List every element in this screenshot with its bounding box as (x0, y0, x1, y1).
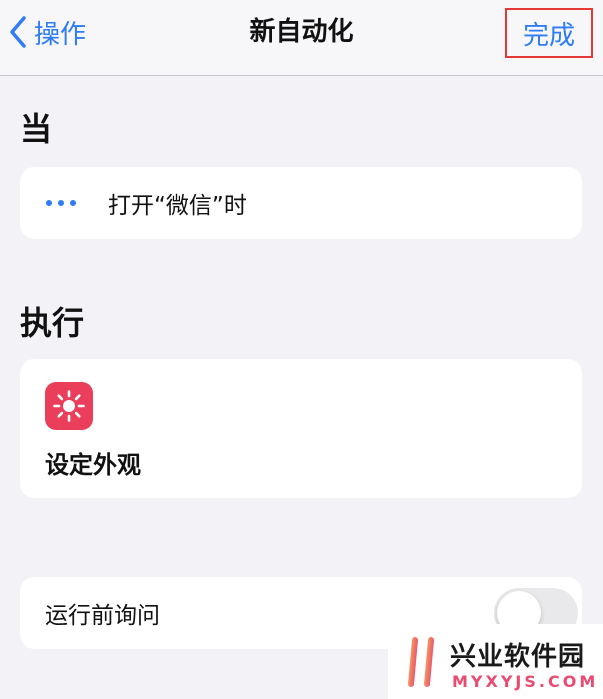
watermark-text-cn: 兴业软件园 (450, 642, 586, 672)
section-header-do: 执行 (20, 304, 85, 342)
navigation-bar: 操作 新自动化 完成 (0, 0, 603, 76)
more-icon (46, 200, 84, 206)
trigger-row[interactable]: 打开“微信”时 (20, 167, 582, 239)
back-button-label: 操作 (34, 19, 87, 50)
back-button[interactable]: 操作 (8, 12, 86, 52)
watermark-text-en: MYXYJS.COM (452, 672, 599, 691)
trigger-text: 打开“微信”时 (108, 193, 247, 219)
action-label: 设定外观 (45, 451, 141, 479)
watermark-logo (400, 637, 444, 687)
action-card[interactable]: 设定外观 (20, 359, 582, 498)
done-button[interactable]: 完成 (505, 8, 593, 58)
chevron-left-icon (10, 16, 26, 48)
ask-before-running-label: 运行前询问 (45, 603, 160, 629)
section-header-when: 当 (20, 110, 53, 148)
watermark: 兴业软件园 MYXYJS.COM (388, 624, 603, 699)
sun-icon (45, 382, 93, 430)
